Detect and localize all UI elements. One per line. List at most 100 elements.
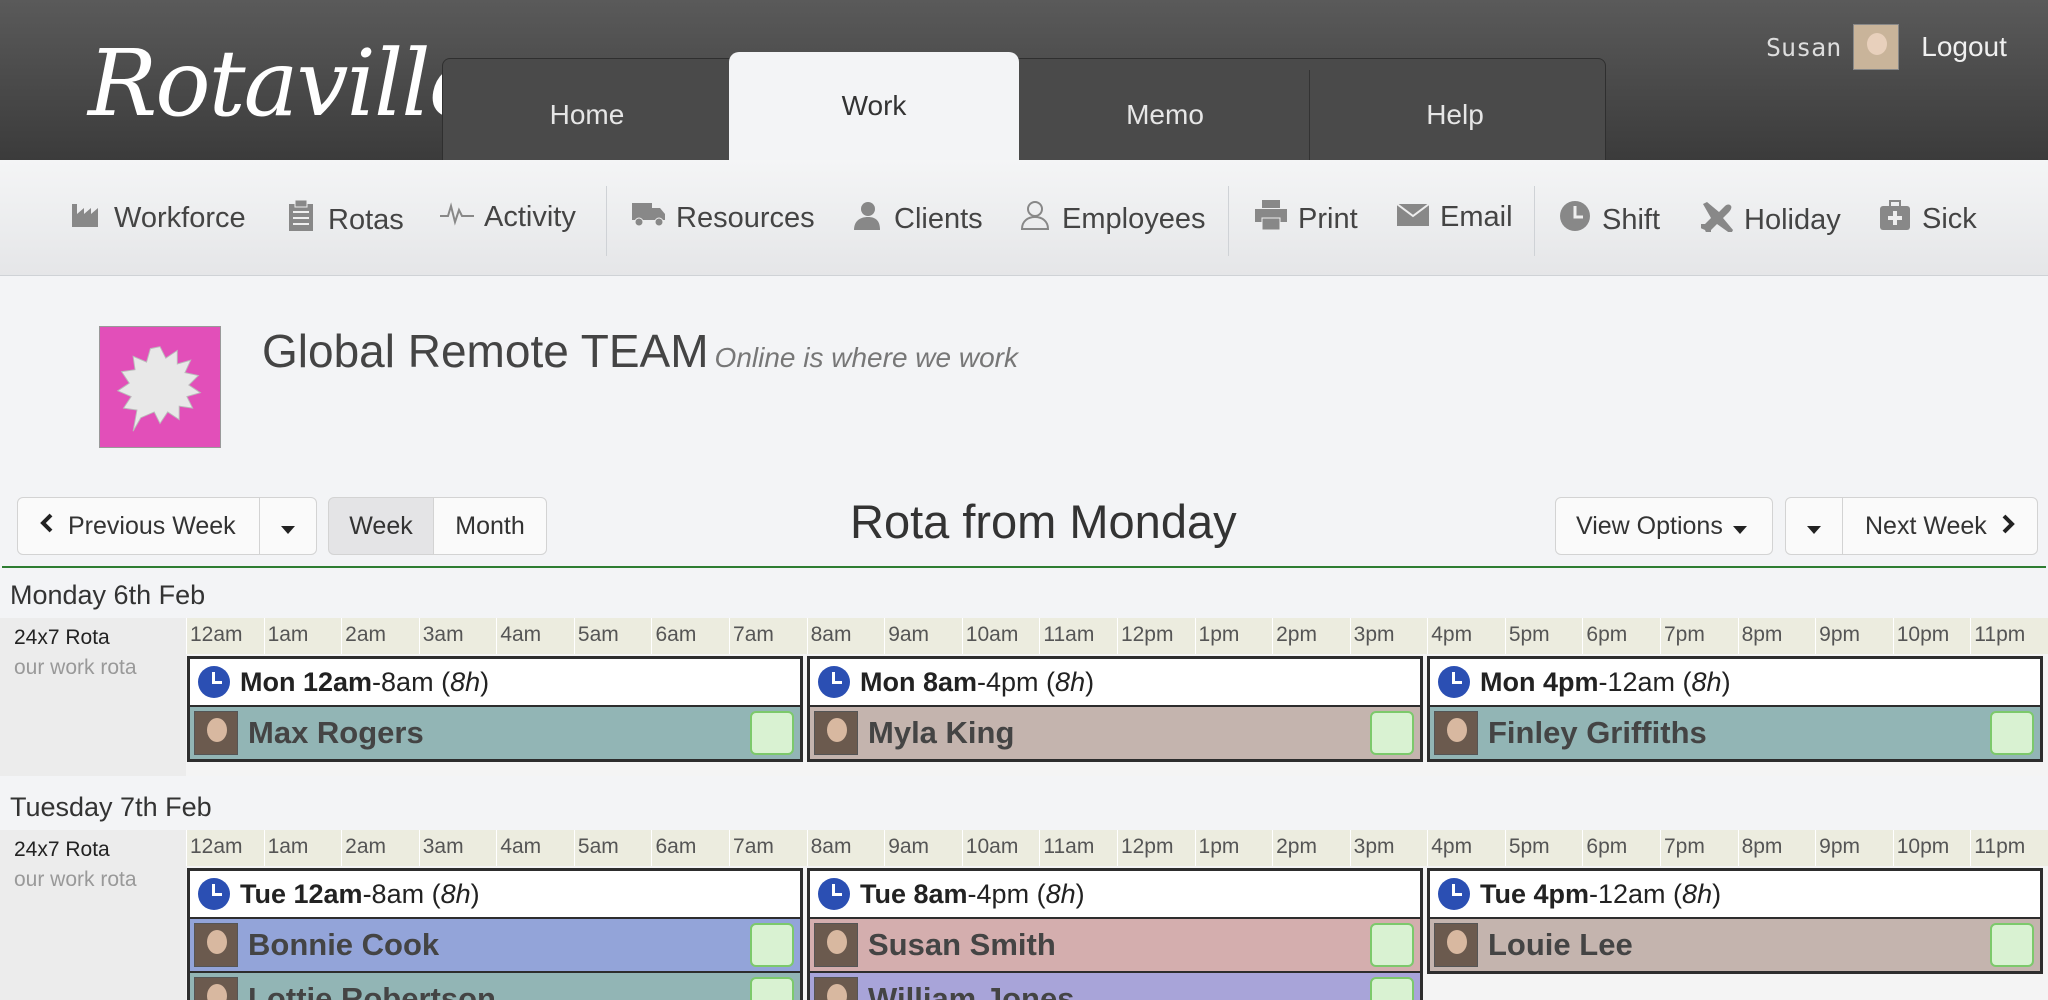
shift-end: -4pm ( — [967, 878, 1046, 909]
day-title: Tuesday 7th Feb — [10, 792, 212, 822]
activity-button[interactable]: Activity — [440, 200, 576, 234]
next-week-button[interactable]: Next Week — [1842, 497, 2038, 555]
shift-start: Tue 8am — [860, 878, 968, 909]
confirm-checkbox[interactable] — [750, 711, 794, 755]
shift-label: Shift — [1602, 203, 1661, 236]
app-logo[interactable]: Rotaville — [88, 30, 483, 137]
tab-home[interactable]: Home — [442, 70, 732, 160]
email-label: Email — [1440, 200, 1513, 233]
medkit-icon — [1878, 200, 1912, 238]
logout-link[interactable]: Logout — [1921, 31, 2007, 63]
workforce-button[interactable]: Workforce — [70, 200, 246, 236]
employee-row[interactable]: Susan Smith — [810, 919, 1420, 971]
tab-memo[interactable]: Memo — [1020, 70, 1310, 160]
hour-label: 7am — [729, 830, 807, 866]
shift-time: Mon 8am -4pm (8h) — [810, 659, 1420, 705]
hour-label: 3pm — [1349, 618, 1428, 654]
next-week-dropdown[interactable] — [1785, 497, 1843, 555]
confirm-checkbox[interactable] — [1370, 711, 1414, 755]
shift-time: Mon 4pm -12am (8h) — [1430, 659, 2040, 705]
previous-week-dropdown[interactable] — [259, 497, 317, 555]
previous-week-button[interactable]: Previous Week — [17, 497, 260, 555]
hour-label: 1pm — [1194, 830, 1273, 866]
employee-row[interactable]: Lottie Robertson — [190, 973, 800, 1000]
shift-end: -8am ( — [372, 666, 451, 697]
team-logo — [99, 326, 221, 448]
shift-end: -4pm ( — [977, 666, 1056, 697]
shift-card[interactable]: Mon 4pm -12am (8h) Finley Griffiths — [1427, 656, 2043, 762]
shift-card[interactable]: Mon 8am -4pm (8h) Myla King — [807, 656, 1423, 762]
shift-card[interactable]: Tue 4pm -12am (8h) Louie Lee — [1427, 868, 2043, 974]
hour-label: 1am — [263, 618, 342, 654]
hour-label: 3am — [418, 830, 497, 866]
employee-name: Myla King — [868, 715, 1015, 750]
toolbar-divider — [1228, 186, 1229, 256]
hour-label: 1pm — [1194, 618, 1273, 654]
rota-label: 24x7 Rota our work rota — [0, 830, 186, 1000]
resources-button[interactable]: Resources — [632, 200, 815, 236]
shift-card[interactable]: Mon 12am -8am (8h) Max Rogers — [187, 656, 803, 762]
sick-button[interactable]: Sick — [1878, 200, 1977, 238]
shift-button[interactable]: Shift — [1558, 200, 1660, 240]
employee-row[interactable]: Myla King — [810, 707, 1420, 759]
employee-row[interactable]: Finley Griffiths — [1430, 707, 2040, 759]
hour-label: 7pm — [1659, 830, 1738, 866]
employees-label: Employees — [1062, 202, 1206, 235]
employee-row[interactable]: Bonnie Cook — [190, 919, 800, 971]
employee-row[interactable]: William Jones — [810, 973, 1420, 1000]
team-heading: Global Remote TEAM Online is where we wor… — [262, 324, 1018, 378]
shift-time: Mon 12am -8am (8h) — [190, 659, 800, 705]
hour-label: 8pm — [1737, 618, 1816, 654]
confirm-checkbox[interactable] — [1990, 923, 2034, 967]
tab-help[interactable]: Help — [1310, 70, 1600, 160]
shift-start: Tue 4pm — [1480, 878, 1590, 909]
employee-avatar — [194, 711, 238, 755]
toolbar-divider — [606, 186, 607, 256]
activity-label: Activity — [484, 200, 576, 233]
rota-title: Rota from Monday — [850, 495, 1237, 548]
envelope-icon — [1396, 200, 1430, 234]
shift-duration: 8h — [1682, 878, 1713, 909]
confirm-checkbox[interactable] — [1990, 711, 2034, 755]
hour-label: 10am — [961, 618, 1040, 654]
view-options-button[interactable]: View Options — [1555, 497, 1773, 555]
employee-avatar — [194, 923, 238, 967]
shift-card[interactable]: Tue 12am -8am (8h) Bonnie Cook Lottie Rober… — [187, 868, 803, 1000]
hour-label: 11am — [1039, 830, 1117, 866]
employees-button[interactable]: Employees — [1018, 200, 1205, 238]
pulse-icon — [440, 200, 474, 234]
confirm-checkbox[interactable] — [1370, 923, 1414, 967]
caret-down-icon — [281, 512, 295, 541]
week-view-button[interactable]: Week — [328, 497, 434, 555]
workforce-label: Workforce — [114, 201, 246, 234]
rota-name[interactable]: 24x7 Rota — [14, 838, 186, 862]
factory-icon — [70, 200, 104, 236]
shift-duration-close: ) — [1075, 878, 1085, 909]
confirm-checkbox[interactable] — [1370, 977, 1414, 1000]
shift-card[interactable]: Tue 8am -4pm (8h) Susan Smith William Jones — [807, 868, 1423, 1000]
user-avatar[interactable] — [1853, 24, 1900, 70]
hour-label: 2pm — [1272, 830, 1350, 866]
clients-button[interactable]: Clients — [850, 200, 983, 238]
employee-avatar — [194, 977, 238, 1000]
toolbar-divider — [1534, 186, 1535, 256]
rota-name[interactable]: 24x7 Rota — [14, 626, 186, 650]
confirm-checkbox[interactable] — [750, 977, 794, 1000]
user-name[interactable]: Susan — [1766, 33, 1841, 62]
hour-label: 3am — [418, 618, 497, 654]
clipboard-icon — [284, 199, 318, 240]
holiday-button[interactable]: Holiday — [1698, 200, 1841, 240]
team-name: Global Remote TEAM — [262, 325, 709, 377]
employee-row[interactable]: Max Rogers — [190, 707, 800, 759]
tab-work[interactable]: Work — [729, 52, 1019, 160]
hour-label: 2pm — [1272, 618, 1350, 654]
rota-description: our work rota — [14, 868, 137, 891]
hour-label: 11pm — [1970, 618, 2048, 654]
rotas-button[interactable]: Rotas — [284, 199, 404, 240]
email-button[interactable]: Email — [1396, 200, 1513, 234]
confirm-checkbox[interactable] — [750, 923, 794, 967]
print-button[interactable]: Print — [1254, 200, 1358, 238]
holiday-label: Holiday — [1744, 203, 1841, 236]
employee-row[interactable]: Louie Lee — [1430, 919, 2040, 971]
month-view-button[interactable]: Month — [433, 497, 547, 555]
